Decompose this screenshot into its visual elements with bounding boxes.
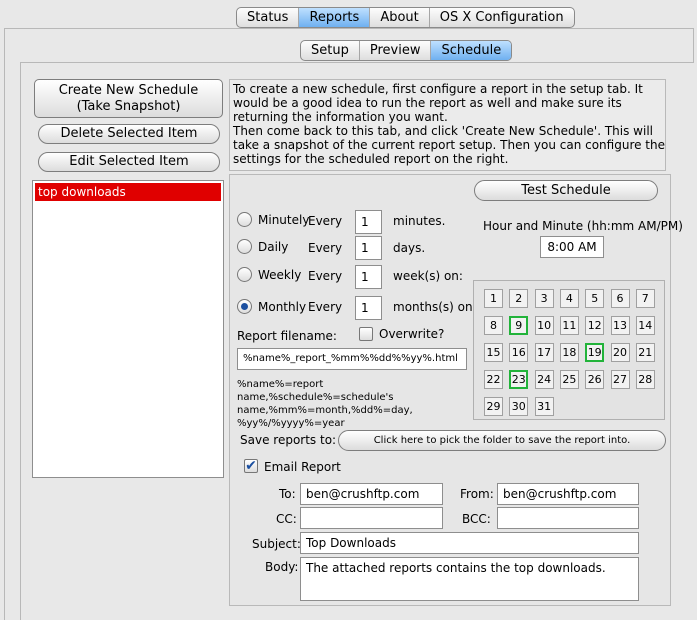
day-12[interactable]: 12 [585,316,605,335]
weeks-unit: week(s) on: [393,269,463,283]
day-18[interactable]: 18 [559,343,579,362]
cc-label: CC: [276,512,297,526]
schedule-list[interactable]: top downloads [32,180,224,478]
delete-selected-button[interactable]: Delete Selected Item [38,124,220,144]
day-30[interactable]: 30 [509,397,529,416]
top-tab-bar: Status Reports About OS X Configuration [236,7,575,28]
weekly-label: Weekly [258,268,302,282]
every-label: Every [308,300,343,314]
day-15[interactable]: 15 [484,343,503,362]
day-26[interactable]: 26 [585,370,605,389]
every-label: Every [308,241,343,255]
to-label: To: [279,487,296,501]
radio-minutely[interactable] [237,212,252,227]
pick-folder-button[interactable]: Click here to pick the folder to save th… [338,430,666,451]
day-1[interactable]: 1 [484,289,503,308]
instructions-text: To create a new schedule, first configur… [233,82,665,166]
overwrite-checkbox[interactable] [359,327,373,341]
edit-selected-button[interactable]: Edit Selected Item [38,152,220,172]
daily-input[interactable]: 1 [355,236,382,260]
day-grid: 1 2 3 4 5 6 7 8 9 10 11 12 13 14 15 16 17 18 19 20 21 22 23 24 2… [473,280,665,420]
body-label: Body: [265,560,299,574]
day-14[interactable]: 14 [635,316,655,335]
day-10[interactable]: 10 [534,316,554,335]
weekly-input[interactable]: 1 [355,265,382,289]
from-label: From: [460,487,494,501]
day-28[interactable]: 28 [635,370,655,389]
day-5[interactable]: 5 [585,289,605,308]
email-report-label: Email Report [264,460,341,474]
bcc-input[interactable] [497,507,639,529]
day-21[interactable]: 21 [635,343,655,362]
report-filename-input[interactable]: %name%_report_%mm%%dd%%yy%.html [237,348,467,370]
day-24[interactable]: 24 [534,370,554,389]
sub-tab-bar: Setup Preview Schedule [300,40,513,61]
day-9[interactable]: 9 [509,316,529,335]
tab-about[interactable]: About [370,8,430,27]
daily-label: Daily [258,240,289,254]
every-label: Every [308,214,343,228]
minutely-input[interactable]: 1 [355,210,382,234]
day-23[interactable]: 23 [509,370,529,389]
cc-input[interactable] [300,507,443,529]
filename-help-text: %name%=report name,%schedule%=schedule's… [237,379,413,429]
day-7[interactable]: 7 [635,289,655,308]
bcc-label: BCC: [462,512,491,526]
create-schedule-button[interactable]: Create New Schedule (Take Snapshot) [34,79,223,118]
day-25[interactable]: 25 [559,370,579,389]
time-input[interactable]: 8:00 AM [540,236,604,258]
to-input[interactable]: ben@crushftp.com [300,483,443,505]
save-reports-label: Save reports to: [240,433,337,447]
minutely-label: Minutely [258,213,310,227]
day-27[interactable]: 27 [610,370,630,389]
minutes-unit: minutes. [393,214,446,228]
day-29[interactable]: 29 [484,397,503,416]
radio-weekly[interactable] [237,267,252,282]
every-label: Every [308,269,343,283]
day-19[interactable]: 19 [585,343,605,362]
body-textarea[interactable]: The attached reports contains the top do… [300,557,639,601]
months-unit: months(s) on: [393,300,477,314]
tab-setup[interactable]: Setup [301,41,360,60]
monthly-input[interactable]: 1 [355,296,382,320]
day-4[interactable]: 4 [559,289,579,308]
day-22[interactable]: 22 [484,370,503,389]
day-2[interactable]: 2 [509,289,529,308]
from-input[interactable]: ben@crushftp.com [497,483,639,505]
day-17[interactable]: 17 [534,343,554,362]
tab-status[interactable]: Status [237,8,300,27]
radio-daily[interactable] [237,239,252,254]
report-filename-label: Report filename: [237,329,337,343]
day-20[interactable]: 20 [610,343,630,362]
day-6[interactable]: 6 [610,289,630,308]
monthly-label: Monthly [258,300,307,314]
list-item[interactable]: top downloads [35,183,221,201]
day-8[interactable]: 8 [484,316,503,335]
test-schedule-button[interactable]: Test Schedule [474,180,658,201]
day-31[interactable]: 31 [534,397,554,416]
radio-monthly[interactable] [237,299,252,314]
tab-reports[interactable]: Reports [299,8,371,27]
day-11[interactable]: 11 [559,316,579,335]
days-unit: days. [393,241,426,255]
time-label: Hour and Minute (hh:mm AM/PM) [483,219,683,233]
tab-osx-configuration[interactable]: OS X Configuration [430,8,574,27]
subject-input[interactable]: Top Downloads [300,532,639,554]
email-report-checkbox[interactable]: ✔ [244,459,258,473]
tab-schedule[interactable]: Schedule [431,41,512,60]
day-16[interactable]: 16 [509,343,529,362]
day-3[interactable]: 3 [534,289,554,308]
overwrite-label: Overwrite? [379,327,445,341]
subject-label: Subject: [252,537,301,551]
create-schedule-label-2: (Take Snapshot) [76,99,181,114]
day-13[interactable]: 13 [610,316,630,335]
create-schedule-label-1: Create New Schedule [58,83,199,98]
tab-preview[interactable]: Preview [360,41,432,60]
